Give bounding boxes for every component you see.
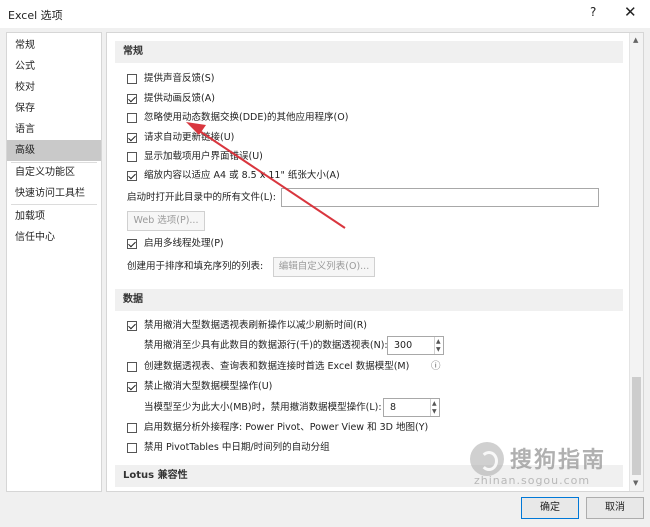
web-options-button[interactable]: Web 选项(P)...	[127, 211, 205, 231]
sidebar-item-customize-ribbon[interactable]: 自定义功能区	[7, 162, 101, 183]
pivot-rows-label: 禁用撤消至少具有此数目的数据源行(千)的数据透视表(N):	[144, 340, 388, 351]
sidebar-item-proofing[interactable]: 校对	[7, 77, 101, 98]
scroll-up-icon[interactable]: ▲	[633, 36, 638, 44]
chevron-down-icon[interactable]: ▼	[432, 408, 437, 415]
sidebar-item-advanced[interactable]: 高级	[7, 140, 101, 161]
checkbox-addin-errors[interactable]	[127, 152, 137, 162]
section-header-general: 常规	[115, 41, 623, 63]
checkbox-multithread[interactable]	[127, 239, 137, 249]
checkbox-sound-feedback[interactable]	[127, 74, 137, 84]
checkbox-scale-a4[interactable]	[127, 171, 137, 181]
sidebar-item-general[interactable]: 常规	[7, 35, 101, 56]
sidebar-item-save[interactable]: 保存	[7, 98, 101, 119]
ok-button[interactable]: 确定	[521, 497, 579, 519]
chevron-up-icon[interactable]: ▲	[436, 338, 441, 345]
sidebar-item-formulas[interactable]: 公式	[7, 56, 101, 77]
sort-lists-label: 创建用于排序和填充序列的列表:	[127, 261, 264, 272]
checkbox-disable-undo-pivot[interactable]	[127, 321, 137, 331]
scroll-down-icon[interactable]: ▼	[633, 479, 638, 487]
vertical-scrollbar[interactable]: ▲ ▼	[629, 33, 643, 491]
sidebar-item-language[interactable]: 语言	[7, 119, 101, 140]
sidebar-item-trust-center[interactable]: 信任中心	[7, 227, 101, 248]
sidebar-item-add-ins[interactable]: 加载项	[7, 206, 101, 227]
checkbox-prefer-data-model[interactable]	[127, 362, 137, 372]
section-header-lotus: Lotus 兼容性	[115, 465, 623, 487]
help-button[interactable]: ?	[590, 5, 596, 19]
model-size-label: 当模型至少为此大小(MB)时，禁用撤消数据模型操作(L):	[144, 402, 382, 413]
startup-folder-input[interactable]	[281, 188, 599, 207]
checkbox-disable-undo-model[interactable]	[127, 382, 137, 392]
pivot-rows-value: 300	[394, 340, 413, 351]
checkbox-enable-addins[interactable]	[127, 423, 137, 433]
stepper-arrows[interactable]: ▲ ▼	[430, 399, 439, 416]
checkbox-update-links[interactable]	[127, 133, 137, 143]
options-panel: 常规 提供声音反馈(S) 提供动画反馈(A) 忽略使用动态数据交换(DDE)的其…	[106, 32, 644, 492]
stepper-arrows[interactable]: ▲ ▼	[434, 337, 443, 354]
sidebar-divider	[11, 204, 97, 205]
model-size-value: 8	[390, 402, 397, 413]
checkbox-ignore-dde[interactable]	[127, 113, 137, 123]
section-header-data: 数据	[115, 289, 623, 311]
info-icon[interactable]: ⓘ	[431, 359, 441, 375]
edit-custom-lists-button[interactable]: 编辑自定义列表(O)...	[273, 257, 375, 277]
pivot-rows-stepper[interactable]: 300 ▲ ▼	[387, 336, 444, 355]
close-button[interactable]: ✕	[624, 3, 637, 21]
scroll-thumb[interactable]	[632, 377, 641, 475]
model-size-stepper[interactable]: 8 ▲ ▼	[383, 398, 440, 417]
chevron-down-icon[interactable]: ▼	[436, 346, 441, 353]
title-bar: Excel 选项 ? ✕	[0, 0, 650, 28]
sidebar: 常规 公式 校对 保存 语言 高级 自定义功能区 快速访问工具栏 加载项 信任中…	[6, 32, 102, 492]
startup-folder-label: 启动时打开此目录中的所有文件(L):	[127, 192, 276, 203]
chevron-up-icon[interactable]: ▲	[432, 400, 437, 407]
checkbox-animation-feedback[interactable]	[127, 94, 137, 104]
checkbox-pivot-date-grouping[interactable]	[127, 443, 137, 453]
cancel-button[interactable]: 取消	[586, 497, 644, 519]
sidebar-item-quick-access-toolbar[interactable]: 快速访问工具栏	[7, 183, 101, 204]
window-title: Excel 选项	[8, 9, 63, 22]
